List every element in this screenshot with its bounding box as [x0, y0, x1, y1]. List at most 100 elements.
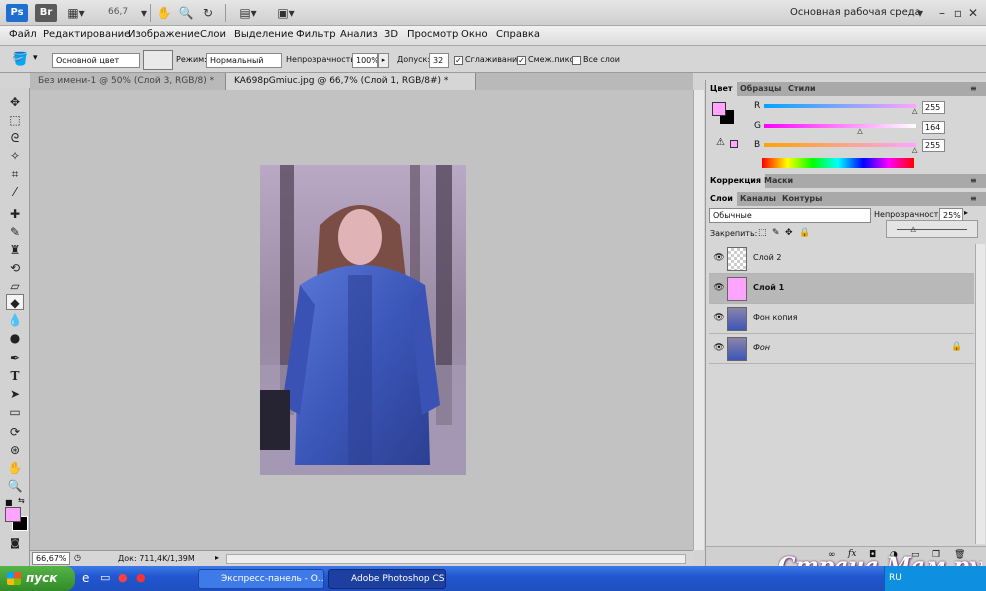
- layer-opacity-arrow-icon[interactable]: ▸: [964, 208, 968, 217]
- tab-document-1[interactable]: Без имени-1 @ 50% (Слой 3, RGB/8) *: [30, 73, 226, 90]
- marquee-tool-icon[interactable]: ⬚: [6, 112, 24, 128]
- layer-row[interactable]: 👁 Фон 🔒: [709, 334, 974, 364]
- lock-pixels-icon[interactable]: ✎: [772, 228, 780, 238]
- clone-stamp-tool-icon[interactable]: ♜: [6, 242, 24, 258]
- rotate-view-icon[interactable]: ↻: [200, 5, 216, 21]
- b-slider[interactable]: [764, 143, 916, 147]
- history-brush-tool-icon[interactable]: ⟲: [6, 260, 24, 276]
- crop-tool-icon[interactable]: ⌗: [6, 166, 24, 182]
- r-slider-thumb[interactable]: △: [912, 107, 917, 115]
- status-menu-icon[interactable]: ◷: [74, 553, 81, 562]
- tab-color[interactable]: Цвет: [706, 82, 737, 96]
- 3d-orbit-tool-icon[interactable]: ⊛: [6, 442, 24, 458]
- foreground-color-swatch[interactable]: [5, 507, 21, 522]
- shape-tool-icon[interactable]: ▭: [6, 404, 24, 420]
- layer-name[interactable]: Фон копия: [753, 313, 798, 322]
- zoom-tool-icon[interactable]: 🔍: [6, 478, 24, 494]
- menu-edit[interactable]: Редактирование: [43, 29, 130, 40]
- restore-icon[interactable]: ▫: [952, 5, 964, 21]
- screen-mode-icon[interactable]: ▣▾: [272, 5, 300, 21]
- tab-paths[interactable]: Контуры: [778, 192, 826, 206]
- spectrum-bar[interactable]: [762, 158, 914, 168]
- menu-select[interactable]: Выделение: [234, 29, 294, 40]
- pen-tool-icon[interactable]: ✒: [6, 350, 24, 366]
- workspace-dropdown-icon[interactable]: ▾: [915, 5, 925, 21]
- bridge-button[interactable]: Br: [35, 4, 57, 22]
- lock-position-icon[interactable]: ✥: [785, 228, 793, 238]
- r-value[interactable]: 255: [922, 101, 945, 114]
- menu-filter[interactable]: Фильтр: [296, 29, 336, 40]
- menu-layers[interactable]: Слои: [200, 29, 226, 40]
- brush-tool-icon[interactable]: ✎: [6, 224, 24, 240]
- opacity-popup-slider[interactable]: △: [886, 220, 978, 238]
- pattern-picker[interactable]: [143, 50, 173, 70]
- taskbar-task-photoshop[interactable]: Adobe Photoshop CS...: [328, 569, 446, 589]
- lock-all-icon[interactable]: 🔒: [799, 228, 810, 238]
- visibility-eye-icon[interactable]: 👁: [713, 312, 725, 324]
- eyedropper-tool-icon[interactable]: ⁄: [6, 184, 24, 200]
- yandex-icon[interactable]: ●: [136, 571, 146, 584]
- vertical-scrollbar[interactable]: [693, 90, 704, 550]
- visibility-eye-icon[interactable]: 👁: [713, 342, 725, 354]
- close-icon[interactable]: ✕: [967, 5, 979, 21]
- hand-tool-icon[interactable]: ✋: [156, 5, 172, 21]
- type-tool-icon[interactable]: T: [6, 368, 24, 384]
- g-value[interactable]: 164: [922, 121, 945, 134]
- tab-masks[interactable]: Маски: [760, 174, 797, 188]
- tab-channels[interactable]: Каналы: [736, 192, 780, 206]
- b-slider-thumb[interactable]: △: [912, 146, 917, 154]
- path-selection-tool-icon[interactable]: ➤: [6, 386, 24, 402]
- contiguous-checkbox[interactable]: ✓: [517, 56, 526, 65]
- menu-analysis[interactable]: Анализ: [340, 29, 378, 40]
- tab-styles[interactable]: Стили: [784, 82, 820, 96]
- antialias-checkbox[interactable]: ✓: [454, 56, 463, 65]
- panel-menu-icon[interactable]: ≡: [970, 176, 977, 185]
- document-canvas[interactable]: [30, 90, 693, 550]
- opera-icon[interactable]: ●: [118, 571, 128, 584]
- layers-scrollbar[interactable]: [975, 244, 985, 544]
- status-arrow-icon[interactable]: ▸: [215, 553, 219, 562]
- paint-bucket-preset-icon[interactable]: 🪣: [12, 52, 32, 68]
- arrange-documents-icon[interactable]: ▤▾: [234, 5, 262, 21]
- menu-file[interactable]: Файл: [9, 29, 37, 40]
- workspace-switcher[interactable]: Основная рабочая среда: [790, 7, 921, 18]
- language-indicator[interactable]: RU: [889, 573, 902, 583]
- tab-adjustments[interactable]: Коррекция: [706, 174, 766, 188]
- fill-source-select[interactable]: Основной цвет: [52, 53, 140, 68]
- layer-name[interactable]: Слой 2: [753, 253, 781, 262]
- menu-help[interactable]: Справка: [496, 29, 540, 40]
- tab-document-2[interactable]: KA698pGmiuc.jpg @ 66,7% (Слой 1, RGB/8#)…: [226, 73, 476, 90]
- visibility-eye-icon[interactable]: 👁: [713, 252, 725, 264]
- menu-3d[interactable]: 3D: [384, 29, 398, 40]
- status-zoom-input[interactable]: 66,67%: [32, 552, 70, 565]
- r-slider[interactable]: [764, 104, 916, 108]
- visibility-eye-icon[interactable]: 👁: [713, 282, 725, 294]
- layer-row-selected[interactable]: 👁 Слой 1: [709, 274, 974, 304]
- dodge-tool-icon[interactable]: ●: [6, 330, 24, 346]
- layer-name[interactable]: Слой 1: [753, 283, 784, 292]
- ie-icon[interactable]: e: [82, 571, 89, 585]
- tab-swatches[interactable]: Образцы: [736, 82, 785, 96]
- tolerance-input[interactable]: 32: [429, 53, 449, 68]
- tab-layers[interactable]: Слои: [706, 192, 737, 206]
- gamut-color-chip[interactable]: [730, 140, 738, 148]
- blend-mode-select[interactable]: Обычные: [709, 208, 871, 223]
- swap-colors-icon[interactable]: ⇆: [18, 496, 25, 505]
- zoom-dropdown-icon[interactable]: ▾: [138, 5, 150, 21]
- menu-window[interactable]: Окно: [461, 29, 488, 40]
- lock-transparency-icon[interactable]: ⬚: [758, 228, 767, 238]
- view-extras-icon[interactable]: ▦▾: [62, 5, 90, 21]
- opacity-slider-icon[interactable]: ▸: [378, 53, 389, 68]
- quick-mask-icon[interactable]: ◙: [6, 536, 24, 552]
- zoom-level[interactable]: 66,7: [108, 7, 128, 17]
- panel-menu-icon[interactable]: ≡: [970, 194, 977, 203]
- opacity-popup-thumb[interactable]: △: [911, 225, 916, 233]
- lasso-tool-icon[interactable]: ᘓ: [6, 130, 24, 146]
- paint-bucket-tool-icon[interactable]: ◆: [6, 294, 24, 310]
- magic-wand-tool-icon[interactable]: ✧: [6, 148, 24, 164]
- hand-tool-icon[interactable]: ✋: [6, 460, 24, 476]
- layer-name[interactable]: Фон: [753, 343, 770, 352]
- b-value[interactable]: 255: [922, 139, 945, 152]
- taskbar-task-opera[interactable]: Экспресс-панель - О...: [198, 569, 324, 589]
- show-desktop-icon[interactable]: ▭: [100, 571, 110, 584]
